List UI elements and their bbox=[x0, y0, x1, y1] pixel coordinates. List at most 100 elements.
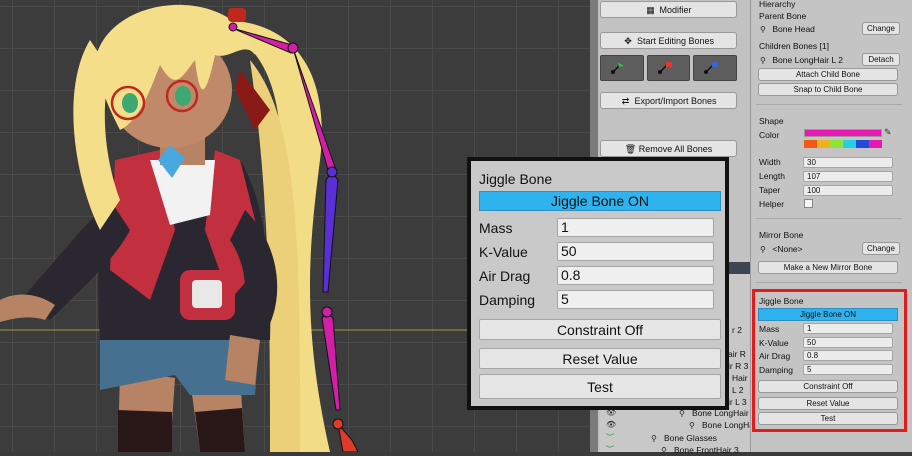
airdrag-label-small: Air Drag bbox=[759, 351, 791, 361]
list-item-label: r 2 bbox=[732, 325, 742, 335]
damping-label-small: Damping bbox=[759, 365, 794, 375]
mirror-bone-heading: Mirror Bone bbox=[759, 230, 804, 240]
reset-value-button[interactable]: Reset Value bbox=[479, 348, 721, 369]
remove-all-bones-button[interactable]: 🗑 Remove All Bones bbox=[600, 140, 737, 157]
length-label: Length bbox=[759, 171, 785, 181]
shape-color-swatch[interactable] bbox=[804, 129, 882, 137]
make-new-mirror-bone-button[interactable]: Make a New Mirror Bone bbox=[758, 261, 898, 274]
move-bone-tool-button[interactable] bbox=[693, 55, 738, 81]
change-parent-button[interactable]: Change bbox=[862, 22, 900, 35]
start-editing-label: Start Editing Bones bbox=[636, 35, 715, 46]
constraint-button[interactable]: Constraint Off bbox=[479, 319, 721, 340]
damping-field[interactable]: 5 bbox=[557, 290, 714, 309]
divider bbox=[756, 282, 902, 283]
palette-swatch-yellow[interactable] bbox=[817, 140, 830, 148]
palette-swatch-green[interactable] bbox=[830, 140, 843, 148]
palette-swatch-cyan[interactable] bbox=[843, 140, 856, 148]
eyedropper-icon[interactable]: ✎ bbox=[884, 127, 892, 138]
jiggle-toggle-button[interactable]: Jiggle Bone ON bbox=[479, 191, 721, 211]
mirror-bone-value: <None> bbox=[772, 244, 803, 254]
visibility-eye-icon[interactable]: ︶ bbox=[606, 434, 618, 442]
list-item-label: L 2 bbox=[732, 385, 744, 395]
list-item[interactable]: L 2 bbox=[732, 384, 744, 396]
modifier-button[interactable]: ▦ Modifier bbox=[600, 1, 737, 18]
start-editing-bones-button[interactable]: ✥ Start Editing Bones bbox=[600, 32, 737, 49]
modifier-icon: ▦ bbox=[646, 4, 655, 15]
add-bone-tool-button[interactable] bbox=[600, 55, 644, 81]
reset-value-button-small[interactable]: Reset Value bbox=[758, 397, 898, 410]
list-item[interactable]: ︶ ⚲ Bone Glasses bbox=[606, 432, 717, 444]
jiggle-bone-zoom-panel: Jiggle Bone Jiggle Bone ON Mass 1 K-Valu… bbox=[467, 157, 729, 410]
constraint-button-small[interactable]: Constraint Off bbox=[758, 380, 898, 393]
children-bones-label: Children Bones [1] bbox=[759, 41, 829, 51]
mass-field-small[interactable]: 1 bbox=[803, 323, 893, 334]
bone-longhair-l3-segment[interactable] bbox=[321, 306, 341, 411]
bone-longhair-l-segment[interactable] bbox=[287, 42, 337, 171]
list-item[interactable]: Hair bbox=[732, 372, 748, 384]
export-import-label: Export/Import Bones bbox=[634, 95, 717, 106]
bone-icon: ⚲ bbox=[760, 56, 766, 65]
list-item-label: Bone FrontHair 3 bbox=[674, 445, 739, 455]
child-bone-field: ⚲ Bone LongHair L 2 bbox=[760, 55, 843, 65]
list-item[interactable]: 👁 ⚲ Bone LongHair bbox=[606, 419, 759, 431]
test-button[interactable]: Test bbox=[479, 374, 721, 399]
bone-icon: ⚲ bbox=[760, 25, 766, 34]
jiggle-toggle-button-small[interactable]: Jiggle Bone ON bbox=[758, 308, 898, 321]
damping-label: Damping bbox=[479, 292, 536, 308]
remove-all-label: Remove All Bones bbox=[638, 143, 713, 154]
mass-label: Mass bbox=[479, 220, 513, 236]
mass-label-small: Mass bbox=[759, 324, 780, 334]
kvalue-label: K-Value bbox=[479, 244, 528, 260]
list-item-label: Hair bbox=[732, 373, 748, 383]
kvalue-field[interactable]: 50 bbox=[557, 242, 714, 261]
color-palette bbox=[804, 140, 882, 148]
visibility-eye-icon[interactable]: 👁 bbox=[606, 409, 618, 417]
list-item[interactable]: r 2 bbox=[732, 324, 742, 336]
jiggle-heading-small: Jiggle Bone bbox=[759, 296, 804, 306]
attach-child-bone-button[interactable]: Attach Child Bone bbox=[758, 68, 898, 81]
visibility-eye-icon[interactable]: 👁 bbox=[606, 421, 618, 429]
mirror-bone-field: ⚲ <None> bbox=[760, 244, 803, 254]
width-field[interactable]: 30 bbox=[803, 157, 893, 168]
bone-icon: ⚲ bbox=[661, 446, 667, 455]
list-item[interactable]: ︶ ⚲ Bone FrontHair 3 bbox=[606, 444, 739, 456]
helper-label: Helper bbox=[759, 199, 785, 209]
bone-longhair-l4-segment[interactable] bbox=[332, 418, 359, 452]
parent-bone-value: Bone Head bbox=[772, 24, 815, 34]
list-item-label: air R bbox=[728, 349, 746, 359]
move-bone-icon bbox=[704, 62, 719, 74]
bone-icon: ⚲ bbox=[689, 421, 695, 430]
palette-swatch-magenta[interactable] bbox=[869, 140, 882, 148]
palette-swatch-orange[interactable] bbox=[804, 140, 817, 148]
test-button-small[interactable]: Test bbox=[758, 412, 898, 425]
export-import-bones-button[interactable]: ⇄ Export/Import Bones bbox=[600, 92, 737, 109]
list-item-label: ir L 3 bbox=[728, 397, 747, 407]
list-item[interactable]: air R bbox=[728, 348, 746, 360]
delete-bone-tool-button[interactable] bbox=[646, 55, 691, 81]
taper-field[interactable]: 100 bbox=[803, 185, 893, 196]
divider bbox=[756, 104, 902, 105]
jiggle-heading: Jiggle Bone bbox=[479, 171, 553, 187]
shape-heading: Shape bbox=[759, 116, 784, 126]
detach-button[interactable]: Detach bbox=[862, 53, 900, 66]
length-field[interactable]: 107 bbox=[803, 171, 893, 182]
list-item[interactable]: ir R 3 bbox=[728, 360, 748, 372]
damping-field-small[interactable]: 5 bbox=[803, 364, 893, 375]
bone-head-segment[interactable] bbox=[228, 22, 297, 54]
visibility-eye-icon[interactable]: ︶ bbox=[606, 446, 618, 454]
parent-bone-label: Parent Bone bbox=[759, 11, 807, 21]
bone-longhair-l2-segment[interactable] bbox=[322, 166, 339, 293]
export-icon: ⇄ bbox=[621, 95, 630, 106]
bone-icon: ⚲ bbox=[760, 245, 766, 254]
airdrag-field[interactable]: 0.8 bbox=[557, 266, 714, 285]
helper-checkbox[interactable] bbox=[804, 199, 813, 208]
airdrag-label: Air Drag bbox=[479, 268, 531, 284]
airdrag-field-small[interactable]: 0.8 bbox=[803, 350, 893, 361]
hierarchy-heading: Hierarchy bbox=[759, 0, 796, 9]
change-mirror-button[interactable]: Change bbox=[862, 242, 900, 255]
snap-to-child-bone-button[interactable]: Snap to Child Bone bbox=[758, 83, 898, 96]
palette-swatch-blue[interactable] bbox=[856, 140, 869, 148]
modifier-button-label: Modifier bbox=[659, 4, 692, 15]
kvalue-field-small[interactable]: 50 bbox=[803, 337, 893, 348]
mass-field[interactable]: 1 bbox=[557, 218, 714, 237]
